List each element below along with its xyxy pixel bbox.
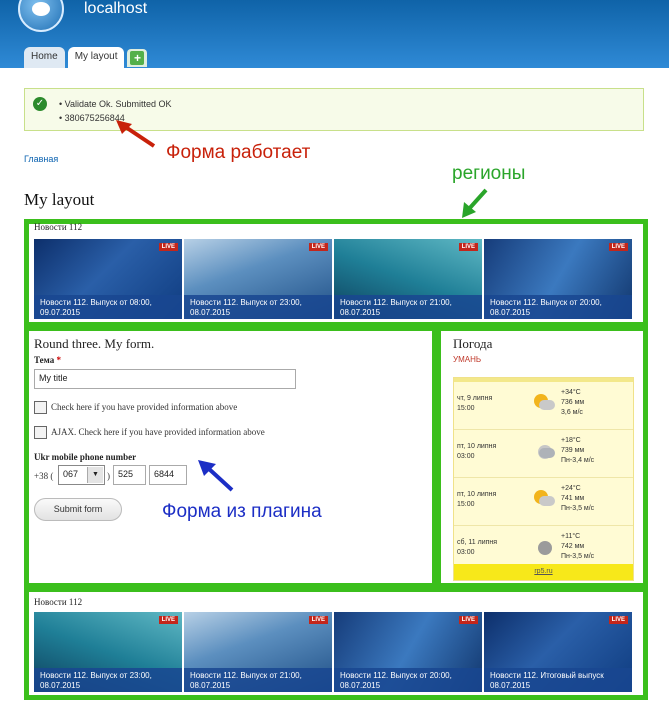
weather-row: чт, 9 липня 15:00 +34°C 736 мм 3,6 м/с bbox=[454, 382, 633, 430]
phone-code-value: 067 bbox=[63, 469, 79, 479]
weather-title: Погода bbox=[453, 336, 493, 351]
checkmark-icon: ✓ bbox=[33, 97, 47, 111]
blue-arrow-icon bbox=[198, 460, 234, 492]
news-item[interactable]: LIVE Новости 112. Выпуск от 21:00, 08.07… bbox=[334, 239, 482, 319]
news-block-title: Новости 112 bbox=[34, 597, 83, 607]
cloud-rain-icon bbox=[534, 442, 556, 462]
tema-label: Тема * bbox=[34, 355, 61, 365]
ajax-checkbox[interactable] bbox=[34, 426, 47, 439]
message-item: Validate Ok. Submitted OK bbox=[59, 97, 172, 111]
breadcrumb-home-link[interactable]: Главная bbox=[24, 154, 58, 164]
live-badge: LIVE bbox=[608, 243, 628, 251]
live-badge: LIVE bbox=[308, 243, 328, 251]
weather-source-link[interactable]: rp5.ru bbox=[454, 564, 633, 580]
tab-my-layout[interactable]: My layout bbox=[67, 47, 125, 68]
live-badge: LIVE bbox=[608, 616, 628, 624]
weather-date: пт, 10 липня 03:00 bbox=[457, 443, 497, 460]
live-badge: LIVE bbox=[458, 243, 478, 251]
news-caption[interactable]: Новости 112. Выпуск от 23:00, 08.07.2015 bbox=[34, 668, 182, 692]
tema-input[interactable]: My title bbox=[34, 369, 296, 389]
live-badge: LIVE bbox=[158, 243, 178, 251]
plus-icon: + bbox=[130, 51, 145, 65]
tab-home[interactable]: Home bbox=[24, 47, 65, 68]
info-checkbox-label: Check here if you have provided informat… bbox=[51, 402, 238, 412]
info-checkbox[interactable] bbox=[34, 401, 47, 414]
page-title: My layout bbox=[24, 190, 95, 209]
news-caption[interactable]: Новости 112. Выпуск от 20:00, 08.07.2015 bbox=[484, 295, 632, 319]
news-item[interactable]: LIVE Новости 112. Итоговый выпуск 08.07.… bbox=[484, 612, 632, 692]
annotation-form-works: Форма работает bbox=[166, 142, 311, 163]
add-tab-button[interactable]: + bbox=[127, 49, 148, 67]
live-badge: LIVE bbox=[458, 616, 478, 624]
weather-row: пт, 10 липня 15:00 +24°C 741 мм Пн-3,5 м/с bbox=[454, 478, 633, 526]
news-strip-bottom: LIVE Новости 112. Выпуск от 23:00, 08.07… bbox=[34, 612, 632, 692]
news-block-title: Новости 112 bbox=[34, 222, 83, 232]
site-name[interactable]: localhost bbox=[84, 0, 147, 18]
weather-values: +24°C 741 мм Пн-3,5 м/с bbox=[561, 485, 595, 512]
news-item[interactable]: LIVE Новости 112. Выпуск от 08:00, 09.07… bbox=[34, 239, 182, 319]
required-marker: * bbox=[56, 355, 61, 365]
news-item[interactable]: LIVE Новости 112. Выпуск от 20:00, 08.07… bbox=[334, 612, 482, 692]
news-caption[interactable]: Новости 112. Выпуск от 21:00, 08.07.2015 bbox=[184, 668, 332, 692]
weather-values: +11°C 742 мм Пн-3,5 м/с bbox=[561, 533, 595, 560]
phone-part2-input[interactable]: 6844 bbox=[149, 465, 187, 485]
phone-prefix: +38 ( bbox=[34, 471, 54, 481]
partly-cloudy-icon bbox=[534, 490, 556, 510]
news-item[interactable]: LIVE Новости 112. Выпуск от 21:00, 08.07… bbox=[184, 612, 332, 692]
news-caption[interactable]: Новости 112. Выпуск от 20:00, 08.07.2015 bbox=[334, 668, 482, 692]
weather-date: сб, 11 липня 03:00 bbox=[457, 539, 498, 556]
partly-cloudy-icon bbox=[534, 394, 556, 414]
annotation-plugin-form: Форма из плагина bbox=[162, 501, 322, 522]
news-item[interactable]: LIVE Новости 112. Выпуск от 23:00, 08.07… bbox=[184, 239, 332, 319]
weather-row: пт, 10 липня 03:00 +18°C 739 мм Пн-3,4 м/с bbox=[454, 430, 633, 478]
news-caption[interactable]: Новости 112. Итоговый выпуск 08.07.2015 bbox=[484, 668, 632, 692]
news-caption[interactable]: Новости 112. Выпуск от 08:00, 09.07.2015 bbox=[34, 295, 182, 319]
news-item[interactable]: LIVE Новости 112. Выпуск от 20:00, 08.07… bbox=[484, 239, 632, 319]
annotation-regions: регионы bbox=[452, 163, 526, 184]
weather-values: +34°C 736 мм 3,6 м/с bbox=[561, 389, 585, 416]
chevron-down-icon[interactable]: ▼ bbox=[87, 467, 103, 483]
news-strip-top: LIVE Новости 112. Выпуск от 08:00, 09.07… bbox=[34, 239, 632, 319]
news-caption[interactable]: Новости 112. Выпуск от 23:00, 08.07.2015 bbox=[184, 295, 332, 319]
moon-icon bbox=[534, 538, 556, 558]
phone-close-paren: ) bbox=[107, 471, 110, 481]
weather-city[interactable]: УМАНЬ bbox=[453, 355, 481, 364]
live-badge: LIVE bbox=[308, 616, 328, 624]
phone-label: Ukr mobile phone number bbox=[34, 452, 137, 462]
news-caption[interactable]: Новости 112. Выпуск от 21:00, 08.07.2015 bbox=[334, 295, 482, 319]
drupal-logo-icon[interactable] bbox=[18, 0, 64, 32]
weather-values: +18°C 739 мм Пн-3,4 м/с bbox=[561, 437, 595, 464]
submit-form-button[interactable]: Submit form bbox=[34, 498, 122, 521]
tema-label-text: Тема bbox=[34, 355, 55, 365]
green-arrow-icon bbox=[462, 188, 488, 218]
weather-date: чт, 9 липня 15:00 bbox=[457, 395, 493, 412]
site-header: localhost Home My layout + bbox=[0, 0, 669, 68]
phone-part1-input[interactable]: 525 bbox=[113, 465, 146, 485]
primary-tabs: Home My layout + bbox=[24, 47, 148, 68]
weather-widget: чт, 9 липня 15:00 +34°C 736 мм 3,6 м/с пт, … bbox=[453, 377, 634, 581]
live-badge: LIVE bbox=[158, 616, 178, 624]
ajax-checkbox-label: AJAX. Check here if you have provided in… bbox=[51, 427, 265, 437]
phone-code-select[interactable]: 067 ▼ bbox=[58, 465, 105, 485]
weather-date: пт, 10 липня 15:00 bbox=[457, 491, 497, 508]
red-arrow-icon bbox=[116, 120, 156, 148]
form-title: Round three. My form. bbox=[34, 336, 155, 351]
news-item[interactable]: LIVE Новости 112. Выпуск от 23:00, 08.07… bbox=[34, 612, 182, 692]
